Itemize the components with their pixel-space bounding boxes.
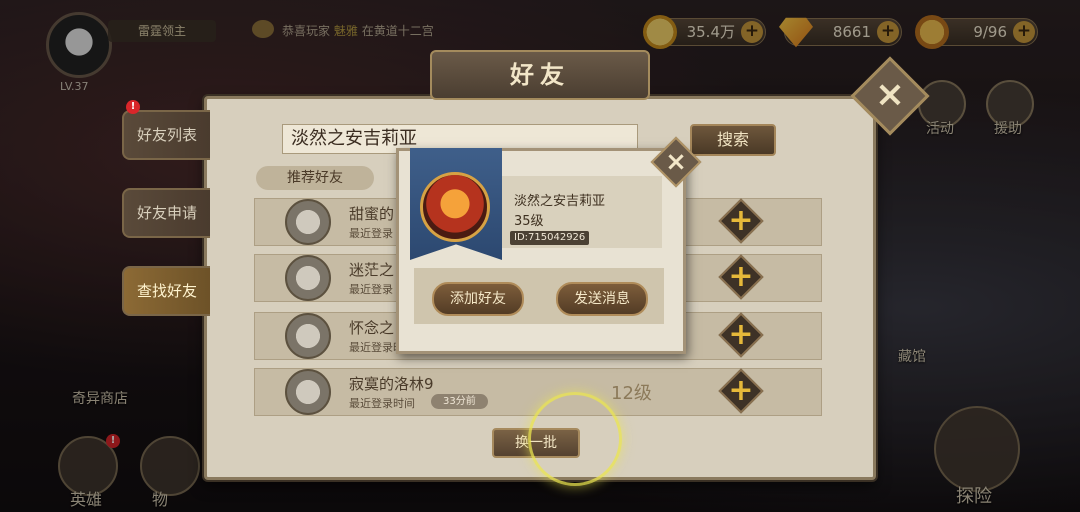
friend-avatar [285,313,331,359]
add-friend-button[interactable]: + [718,368,764,414]
add-friend-button[interactable]: + [718,254,764,300]
friend-avatar [285,255,331,301]
friend-name: 甜蜜的 [349,205,395,223]
last-login-label: 最近登录时间 [349,397,415,410]
popup-player-id: ID:715042926 [510,231,590,245]
close-icon: × [665,147,687,177]
plus-icon: + [728,259,754,294]
add-friend-button[interactable]: + [718,312,764,358]
panel-title: 好友 [430,50,650,100]
tab-friend-list[interactable]: 好友列表 [122,110,210,160]
friend-name: 寂寞的洛林9 [349,375,434,393]
add-friend-button[interactable]: + [718,198,764,244]
plus-icon: + [728,373,754,408]
send-message-button[interactable]: 发送消息 [556,282,648,316]
player-portrait-avatar [420,172,490,242]
popup-player-name: 淡然之安吉莉亚 [514,194,606,209]
plus-icon: + [728,317,754,352]
friend-name: 迷茫之 [349,261,395,279]
tab-friend-requests[interactable]: 好友申请 [122,188,210,238]
close-icon: × [874,74,906,115]
popup-player-level: 35级 [514,214,544,229]
last-login-label: 最近登录 [349,227,393,240]
tap-hint-sparkle-ring [528,392,622,486]
friend-level: 12级 [611,383,652,404]
plus-icon: + [728,203,754,238]
search-button[interactable]: 搜索 [690,124,776,156]
friend-list-alert-badge: ! [126,100,140,114]
tab-find-friends[interactable]: 查找好友 [122,266,210,316]
friend-name: 怀念之 [349,319,395,337]
last-login-label: 最近登录 [349,283,393,296]
friend-avatar [285,369,331,415]
last-login-time: 33分前 [431,394,488,409]
friend-avatar [285,199,331,245]
add-friend-popup-button[interactable]: 添加好友 [432,282,524,316]
recommended-friends-label: 推荐好友 [256,166,374,190]
